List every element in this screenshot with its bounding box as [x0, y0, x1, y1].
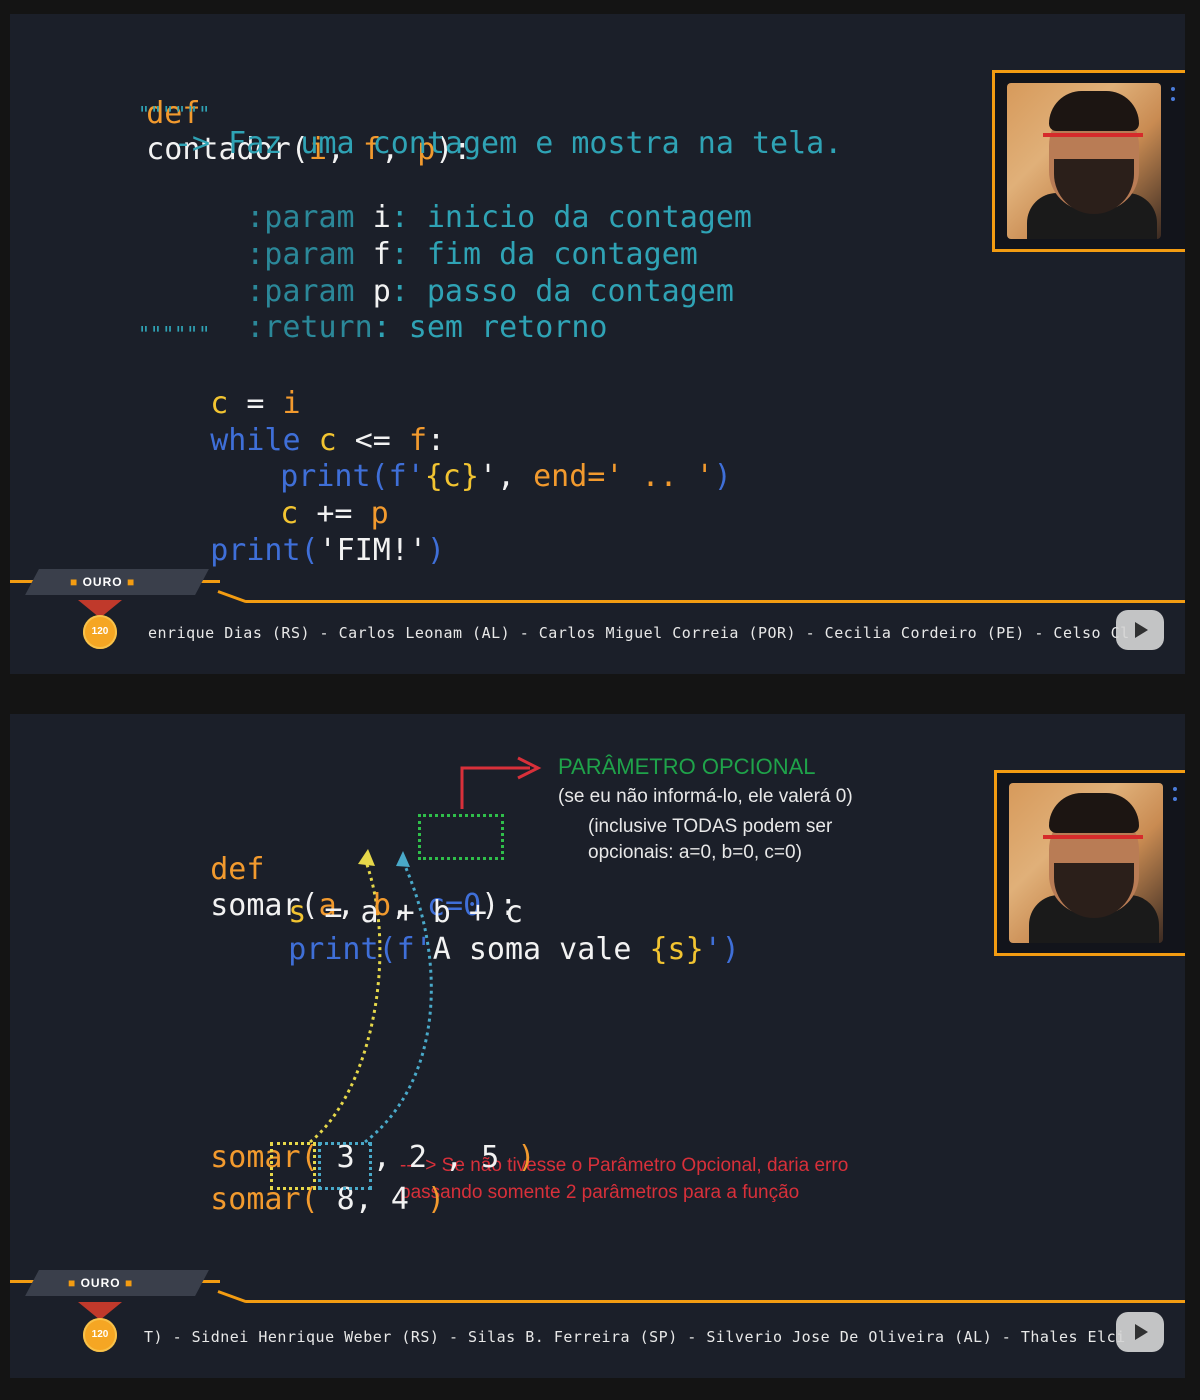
- glasses-icon: [1043, 133, 1143, 137]
- presenter-video: [1007, 83, 1161, 239]
- docstring-close: """""": [138, 322, 211, 346]
- tag-dot-icon: ■: [68, 1276, 77, 1290]
- fstring-var: {c}: [424, 459, 479, 494]
- bar-line-right: [246, 600, 1185, 603]
- annotation-line3: opcionais: a=0, b=0, c=0): [588, 842, 802, 863]
- tier-tag: ■ OURO ■: [70, 575, 135, 589]
- presenter-hair: [1049, 793, 1139, 833]
- webcam-overlay: [994, 770, 1185, 956]
- string-fim: 'FIM!': [318, 533, 427, 568]
- arg-b: 4: [372, 1182, 427, 1217]
- frame-dots-icon: [1171, 87, 1179, 101]
- docstring-line-description: -> Faz uma contagem e mostra na tela.: [174, 126, 843, 161]
- tag-dot-icon: ■: [126, 575, 136, 589]
- supporters-ticker: T) - Sidnei Henrique Weber (RS) - Silas …: [144, 1328, 1126, 1346]
- doc-tag: :return: [246, 310, 373, 345]
- supporters-ticker: enrique Dias (RS) - Carlos Leonam (AL) -…: [148, 624, 1130, 642]
- builtin-print: print(f': [288, 932, 433, 967]
- presenter-video: [1009, 783, 1163, 943]
- tier-tag: ■ OURO ■: [68, 1276, 133, 1290]
- tag-dot-icon: ■: [124, 1276, 134, 1290]
- close-paren: ): [713, 459, 732, 494]
- medal-icon: 120: [83, 615, 117, 649]
- youtube-play-icon[interactable]: [1116, 610, 1164, 650]
- glasses-icon: [1043, 835, 1143, 839]
- highlight-box-arg-a: [270, 1142, 316, 1190]
- bar-line-right: [246, 1300, 1185, 1303]
- close-paren: ): [427, 533, 446, 568]
- code-line-print-sum: print(f'A soma vale {s}'): [216, 896, 740, 1004]
- frame-dots-icon: [1173, 787, 1181, 801]
- doc-text: : sem retorno: [372, 310, 608, 345]
- highlight-box-optional-param: [418, 814, 504, 860]
- fstring-var: {s}: [649, 932, 704, 967]
- highlight-box-arg-b: [318, 1142, 372, 1190]
- close-paren: ): [427, 1182, 446, 1217]
- video-frame-contador: def contador(i, f, p): """""" -> Faz uma…: [10, 14, 1185, 674]
- kwarg-end: end=' .. ': [533, 459, 714, 494]
- video-frame-somar: PARÂMETRO OPCIONAL (se eu não informá-lo…: [10, 714, 1185, 1378]
- tier-label: OURO: [82, 575, 123, 589]
- annotation-line1: (se eu não informá-lo, ele valerá 0): [558, 786, 853, 807]
- youtube-play-icon[interactable]: [1116, 1312, 1164, 1352]
- medal-icon: 120: [83, 1318, 117, 1352]
- annotation-title: PARÂMETRO OPCIONAL: [558, 754, 816, 779]
- tier-label: OURO: [80, 1276, 121, 1290]
- webcam-overlay: [992, 70, 1185, 252]
- tag-dot-icon: ■: [70, 575, 79, 589]
- builtin-print: print(: [210, 533, 319, 568]
- string-part: ',: [478, 459, 534, 494]
- presenter-hair: [1049, 91, 1139, 131]
- annotation-line2: (inclusive TODAS podem ser: [588, 816, 833, 837]
- close-paren: '): [703, 932, 740, 967]
- close-paren: ): [517, 1140, 536, 1175]
- red-arrow: [460, 766, 530, 809]
- string-part: A soma vale: [432, 932, 650, 967]
